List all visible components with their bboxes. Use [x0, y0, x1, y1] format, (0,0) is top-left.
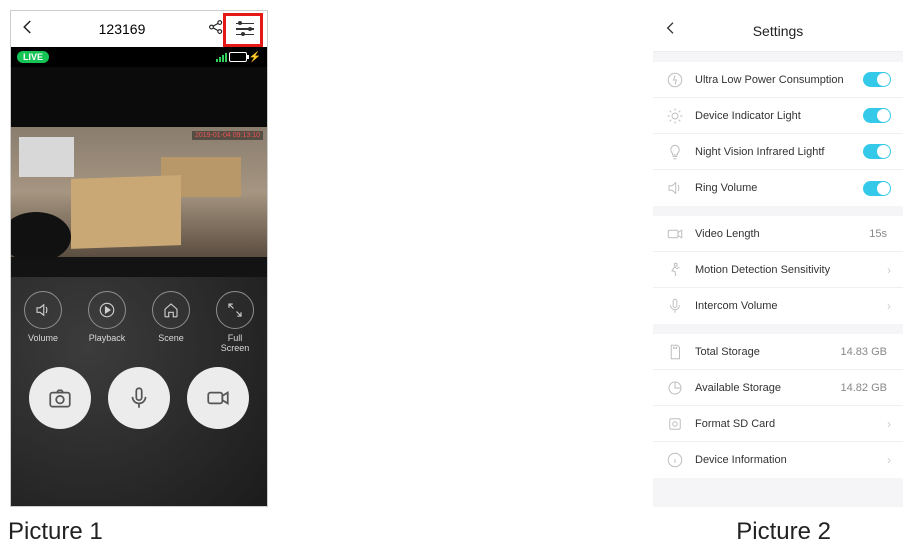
row-value: 14.82 GB [841, 382, 887, 394]
settings-sliders-icon[interactable] [231, 16, 259, 42]
controls-panel: Volume Playback Scene Full Screen [11, 277, 267, 507]
row-indicator-light[interactable]: Device Indicator Light [653, 98, 903, 134]
scene-button[interactable] [152, 291, 190, 329]
row-label: Format SD Card [695, 418, 887, 430]
row-motion-sensitivity[interactable]: Motion Detection Sensitivity › [653, 252, 903, 288]
row-label: Available Storage [695, 382, 841, 394]
signal-icon [216, 53, 227, 62]
scene-label: Scene [152, 333, 190, 353]
row-ultra-low-power[interactable]: Ultra Low Power Consumption [653, 62, 903, 98]
caption-picture-2: Picture 2 [736, 518, 831, 546]
settings-group-storage: Total Storage 14.83 GB Available Storage… [653, 334, 903, 478]
mic-icon [665, 296, 685, 316]
row-device-info[interactable]: Device Information › [653, 442, 903, 478]
toggle-switch[interactable] [863, 108, 891, 123]
row-available-storage[interactable]: Available Storage 14.82 GB [653, 370, 903, 406]
snapshot-button[interactable] [29, 367, 91, 429]
sd-icon [665, 342, 685, 362]
toggle-switch[interactable] [863, 144, 891, 159]
volume-button[interactable] [24, 291, 62, 329]
row-label: Device Indicator Light [695, 110, 863, 122]
row-video-length[interactable]: Video Length 15s [653, 216, 903, 252]
share-icon[interactable] [207, 18, 225, 41]
settings-screen: Settings Ultra Low Power Consumption Dev… [653, 10, 903, 507]
battery-icon [229, 52, 247, 62]
bulb-icon [665, 142, 685, 162]
chevron-right-icon: › [887, 453, 891, 467]
chevron-right-icon: › [887, 417, 891, 431]
chevron-right-icon: › [887, 299, 891, 313]
device-title: 123169 [37, 21, 207, 37]
row-ring-volume[interactable]: Ring Volume [653, 170, 903, 206]
row-night-vision[interactable]: Night Vision Infrared Lightf [653, 134, 903, 170]
row-label: Ring Volume [695, 182, 863, 194]
row-format-sd[interactable]: Format SD Card › [653, 406, 903, 442]
live-badge: LIVE [17, 51, 49, 63]
motion-icon [665, 260, 685, 280]
chevron-right-icon: › [887, 263, 891, 277]
settings-group-options: Video Length 15s Motion Detection Sensit… [653, 216, 903, 324]
settings-group-toggles: Ultra Low Power Consumption Device Indic… [653, 62, 903, 206]
fullscreen-button[interactable] [216, 291, 254, 329]
row-label: Intercom Volume [695, 300, 887, 312]
info-icon [665, 450, 685, 470]
speaker-icon [665, 178, 685, 198]
status-bar: LIVE ⚡ [11, 47, 267, 67]
record-button[interactable] [187, 367, 249, 429]
row-label: Ultra Low Power Consumption [695, 74, 863, 86]
video-timestamp: 2019-01-04 09:13:10 [192, 131, 263, 140]
pie-icon [665, 378, 685, 398]
settings-title: Settings [679, 23, 877, 39]
bolt-circle-icon [665, 70, 685, 90]
row-value: 15s [869, 228, 887, 240]
row-label: Video Length [695, 228, 869, 240]
row-total-storage[interactable]: Total Storage 14.83 GB [653, 334, 903, 370]
row-label: Motion Detection Sensitivity [695, 264, 887, 276]
row-label: Device Information [695, 454, 887, 466]
caption-picture-1: Picture 1 [8, 518, 103, 546]
volume-label: Volume [24, 333, 62, 353]
charging-icon: ⚡ [249, 52, 261, 63]
toggle-switch[interactable] [863, 181, 891, 196]
mic-button[interactable] [108, 367, 170, 429]
row-intercom-volume[interactable]: Intercom Volume › [653, 288, 903, 324]
format-icon [665, 414, 685, 434]
row-value: 14.83 GB [841, 346, 887, 358]
settings-header: Settings [653, 10, 903, 52]
live-header: 123169 [11, 11, 267, 47]
video-icon [665, 224, 685, 244]
light-icon [665, 106, 685, 126]
back-icon[interactable] [663, 20, 679, 41]
toggle-switch[interactable] [863, 72, 891, 87]
row-label: Total Storage [695, 346, 841, 358]
video-feed[interactable]: 2019-01-04 09:13:10 [11, 67, 267, 277]
fullscreen-label: Full Screen [216, 333, 254, 353]
live-view-screen: 123169 LIVE ⚡ 2019-01-04 09:13:10 [10, 10, 268, 507]
back-icon[interactable] [19, 18, 37, 41]
playback-label: Playback [88, 333, 126, 353]
playback-button[interactable] [88, 291, 126, 329]
row-label: Night Vision Infrared Lightf [695, 146, 863, 158]
